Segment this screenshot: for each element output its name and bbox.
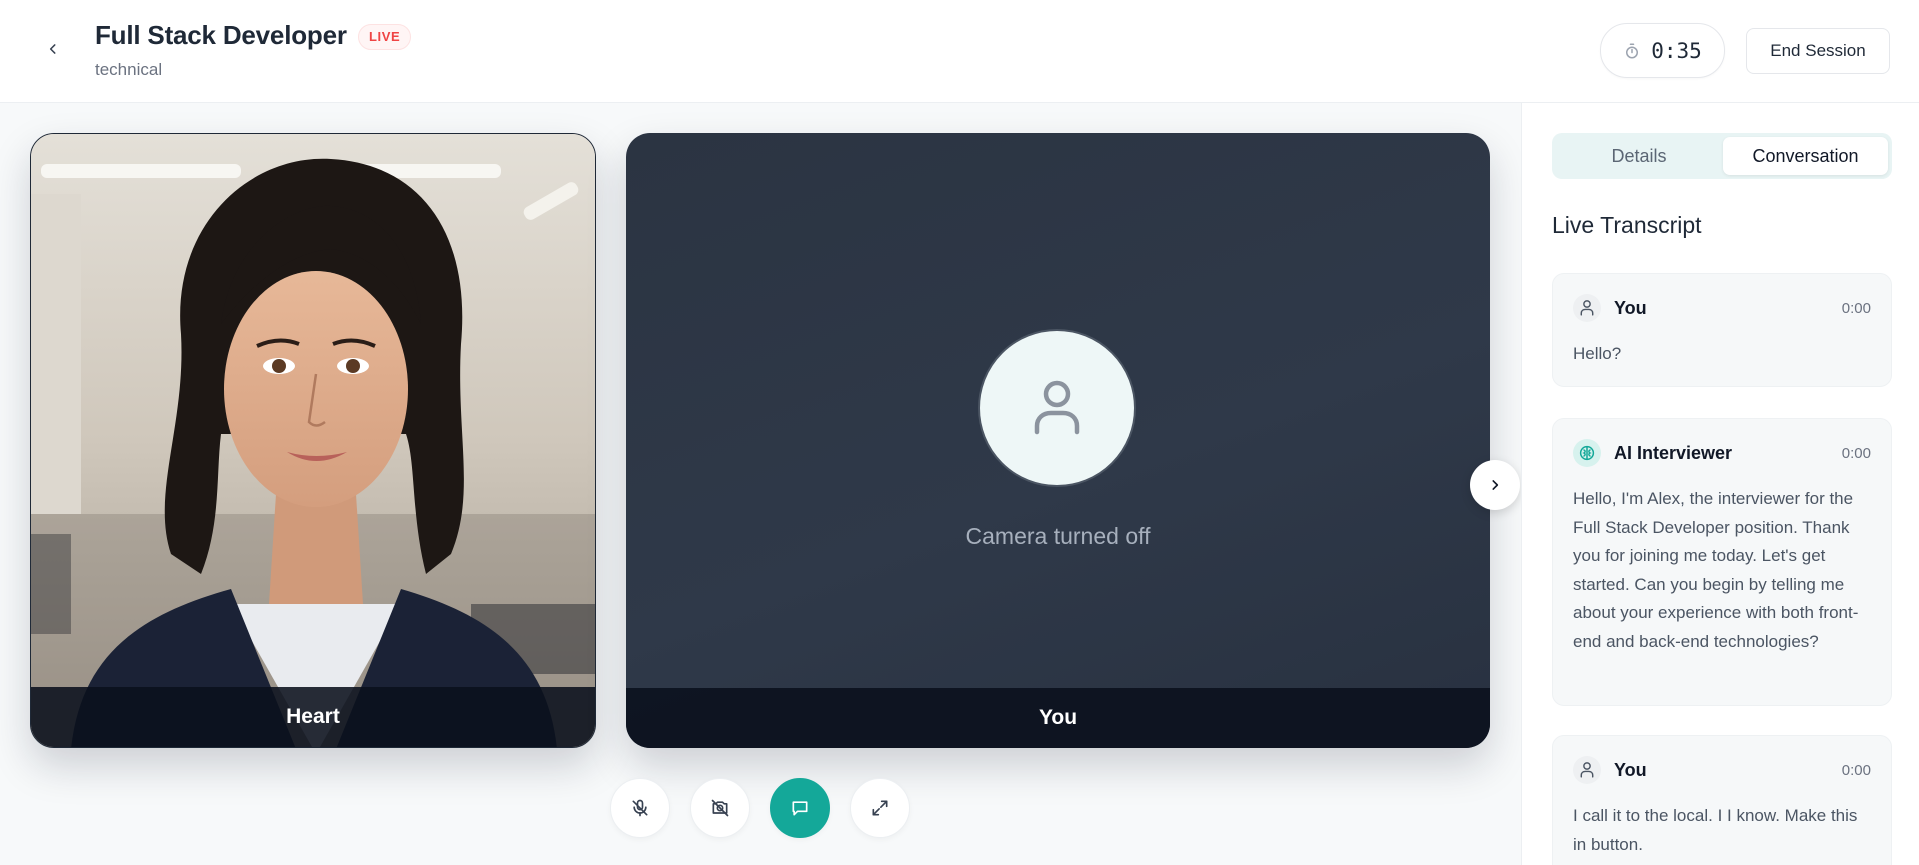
candidate-avatar-placeholder [978, 329, 1136, 487]
message-time: 0:00 [1841, 444, 1871, 462]
message-speaker: You [1614, 297, 1647, 318]
message-speaker: AI Interviewer [1614, 442, 1733, 463]
transcript-sidebar: Details Conversation Live Transcript You… [1521, 103, 1919, 865]
transcript-message: AI Interviewer 0:00 Hello, I'm Alex, the… [1552, 418, 1892, 706]
message-text: Hello, I'm Alex, the interviewer for the… [1573, 489, 1859, 651]
timer-value: 0:35 [1651, 38, 1702, 63]
message-time: 0:00 [1841, 761, 1871, 779]
end-session-button[interactable]: End Session [1746, 28, 1890, 74]
user-icon [1573, 294, 1601, 322]
interviewer-avatar-image [31, 134, 595, 747]
chevron-left-icon [49, 44, 56, 54]
camera-off-message: Camera turned off [965, 523, 1151, 549]
message-header: You 0:00 [1573, 756, 1871, 784]
session-timer: 0:35 [1600, 23, 1725, 78]
stopwatch-icon [1626, 43, 1639, 58]
interview-type: technical [95, 60, 163, 79]
expand-icon [872, 800, 888, 816]
user-icon [1034, 380, 1080, 435]
live-badge: LIVE [358, 24, 412, 50]
candidate-name-label: You [626, 688, 1490, 748]
message-header: AI Interviewer 0:00 [1573, 439, 1871, 467]
sidebar-tabs: Details Conversation [1552, 133, 1892, 179]
transcript-message: You 0:00 I call it to the local. I I kno… [1552, 735, 1892, 865]
tab-details[interactable]: Details [1556, 137, 1722, 175]
camera-toggle-button[interactable] [690, 778, 750, 838]
mic-off-icon [632, 799, 648, 817]
camera-off-icon [711, 799, 729, 817]
transcript-title: Live Transcript [1552, 212, 1702, 238]
user-icon [1573, 756, 1601, 784]
chat-toggle-button[interactable] [770, 778, 830, 838]
page-title: Full Stack Developer [95, 20, 347, 50]
back-button[interactable] [38, 34, 68, 64]
session-header: Full Stack Developer LIVE technical 0:35… [0, 0, 1919, 103]
collapse-panel-button[interactable] [1470, 460, 1520, 510]
chevron-right-icon [1492, 480, 1499, 490]
interviewer-video-tile: Heart [30, 133, 596, 748]
brain-icon [1573, 439, 1601, 467]
interviewer-name-label: Heart [31, 687, 595, 747]
message-time: 0:00 [1841, 299, 1871, 317]
tab-conversation[interactable]: Conversation [1723, 137, 1888, 175]
mute-button[interactable] [610, 778, 670, 838]
candidate-video-tile: Camera turned off You [626, 133, 1490, 748]
message-text: I call it to the local. I I know. Make t… [1573, 806, 1858, 854]
chat-icon [792, 801, 808, 816]
message-text: Hello? [1573, 344, 1622, 363]
fullscreen-button[interactable] [850, 778, 910, 838]
transcript-message: You 0:00 Hello? [1552, 273, 1892, 387]
message-speaker: You [1614, 759, 1647, 780]
message-header: You 0:00 [1573, 294, 1871, 322]
